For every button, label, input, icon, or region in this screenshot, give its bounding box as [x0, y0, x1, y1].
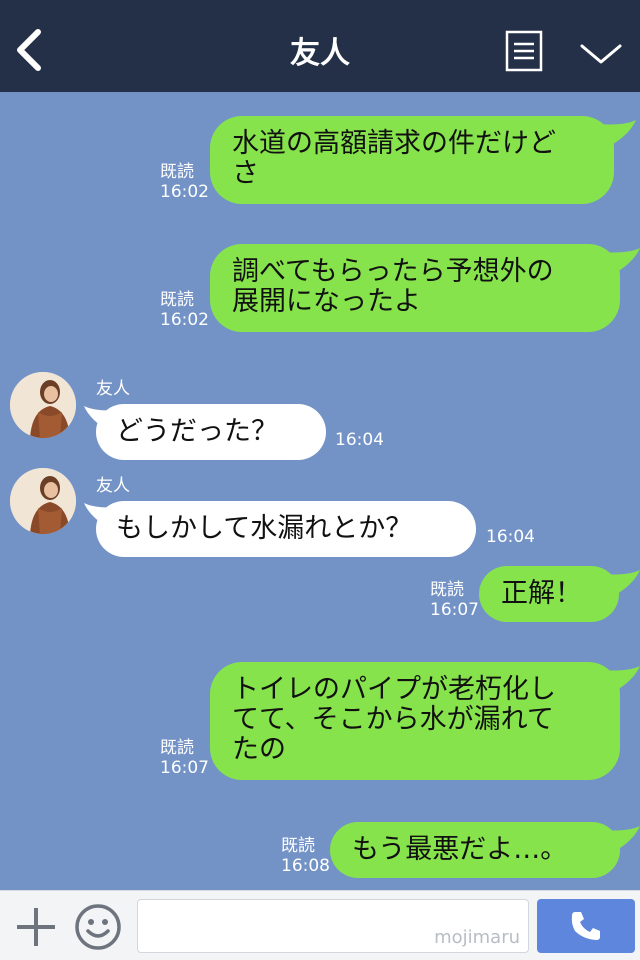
- message-meta: 既読 16:08: [281, 836, 330, 876]
- message-text-line: 水道の高額請求の件だけど: [232, 128, 556, 159]
- message-meta: 既読 16:02: [160, 162, 209, 202]
- collapse-button[interactable]: [578, 40, 624, 68]
- message-text-line: 展開になったよ: [232, 286, 421, 317]
- read-receipt: 既読: [160, 738, 194, 758]
- call-button[interactable]: [537, 899, 635, 953]
- watermark-text: mojimaru: [434, 927, 520, 948]
- message-meta: 既読 16:07: [430, 580, 479, 620]
- my-message-bubble[interactable]: トイレのパイプが老朽化し てて、そこから水が漏れて たの: [210, 662, 620, 780]
- notes-button[interactable]: [505, 30, 543, 72]
- message-text-line: トイレのパイプが老朽化し: [232, 674, 556, 705]
- chat-title: 友人: [290, 36, 350, 71]
- sender-name: 友人: [96, 476, 130, 496]
- message-text-line: たの: [232, 734, 286, 765]
- read-receipt: 既読: [281, 836, 315, 856]
- avatar[interactable]: [10, 372, 76, 438]
- their-message-bubble[interactable]: もしかして水漏れとか？: [96, 501, 476, 557]
- bubble-tail: [602, 826, 640, 852]
- chat-header: 友人: [0, 0, 640, 92]
- message-text-line: もう最悪だよ…。: [352, 834, 568, 865]
- my-message-bubble[interactable]: 正解！: [479, 566, 619, 622]
- add-button[interactable]: [14, 905, 58, 949]
- message-time: 16:02: [160, 310, 209, 330]
- my-message-bubble[interactable]: もう最悪だよ…。: [330, 822, 620, 878]
- read-receipt: 既読: [160, 162, 194, 182]
- phone-icon: [571, 912, 600, 940]
- message-text: もしかして水漏れとか？: [116, 513, 413, 544]
- message-meta: 既読 16:07: [160, 738, 209, 778]
- plus-icon: [17, 908, 55, 946]
- their-message-bubble[interactable]: どうだった？: [96, 404, 326, 460]
- sender-name: 友人: [96, 379, 130, 399]
- emoji-button[interactable]: [74, 903, 122, 951]
- message-time: 16:04: [486, 527, 535, 547]
- chevron-down-icon: [580, 44, 622, 64]
- message-text-line: 正解！: [501, 578, 582, 609]
- message-text-line: さ: [232, 158, 259, 189]
- message-text-line: 調べてもらったら予想外の: [232, 256, 554, 287]
- message-time: 16:08: [281, 856, 330, 876]
- message-text-line: てて、そこから水が漏れて: [232, 704, 554, 735]
- bubble-tail: [602, 248, 640, 274]
- bubble-tail: [602, 570, 640, 596]
- message-time: 16:07: [430, 600, 479, 620]
- my-message-bubble[interactable]: 水道の高額請求の件だけど さ: [210, 116, 614, 204]
- bubble-tail: [602, 666, 640, 692]
- notes-icon: [505, 30, 543, 72]
- bubble-tail: [598, 120, 636, 146]
- message-text: どうだった？: [116, 416, 278, 447]
- friend-avatar-image: [10, 372, 76, 438]
- avatar[interactable]: [10, 468, 76, 534]
- smiley-icon: [75, 904, 121, 950]
- message-time: 16:07: [160, 758, 209, 778]
- message-meta: 既読 16:02: [160, 290, 209, 330]
- message-time: 16:02: [160, 182, 209, 202]
- chat-area[interactable]: 既読 16:02 水道の高額請求の件だけど さ 既読 16:02 調べてもらった…: [0, 92, 640, 890]
- read-receipt: 既読: [430, 580, 464, 600]
- message-input[interactable]: mojimaru: [137, 899, 529, 953]
- friend-avatar-image: [10, 468, 76, 534]
- my-message-bubble[interactable]: 調べてもらったら予想外の 展開になったよ: [210, 244, 620, 332]
- read-receipt: 既読: [160, 290, 194, 310]
- message-time: 16:04: [335, 430, 384, 450]
- composer-bar: mojimaru: [0, 890, 640, 960]
